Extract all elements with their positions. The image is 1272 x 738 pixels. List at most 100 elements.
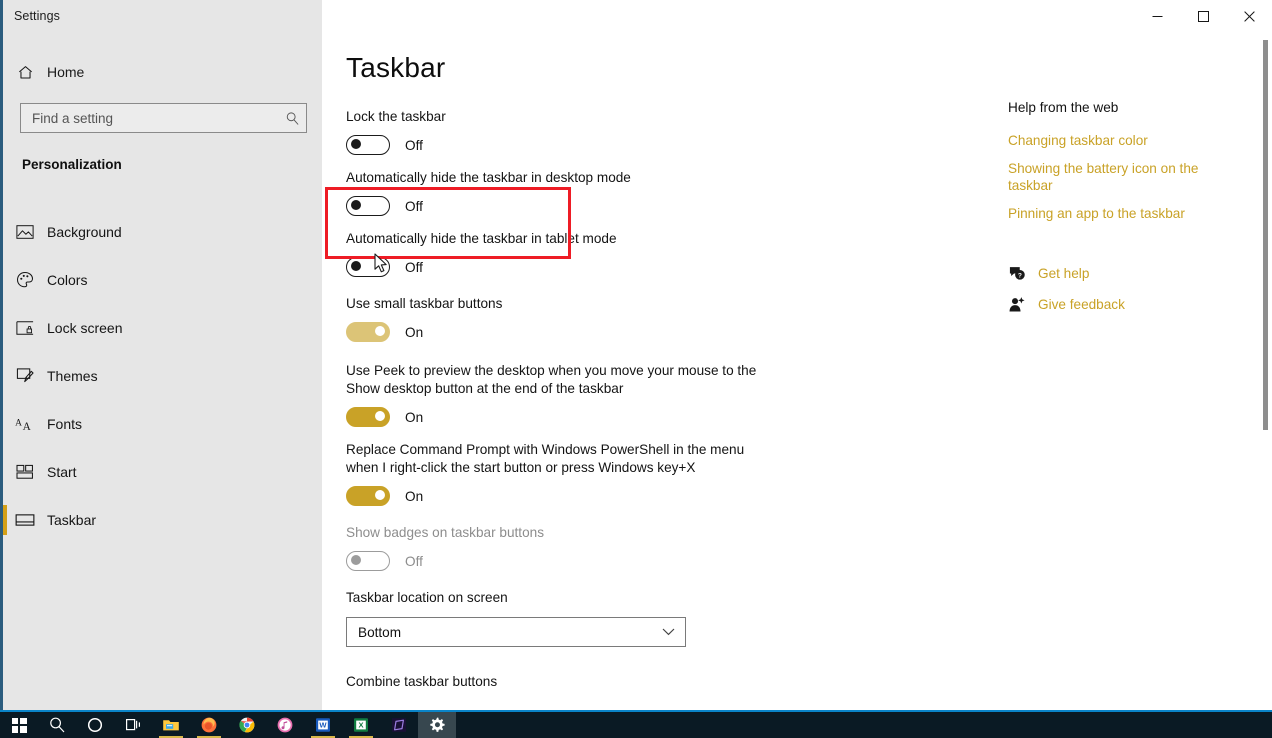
home-icon xyxy=(3,64,47,81)
settings-list: Lock the taskbar Off Automatically hide … xyxy=(346,108,816,705)
start-tiles-icon xyxy=(3,464,47,480)
minimize-button[interactable] xyxy=(1134,0,1180,32)
help-link-changing-taskbar-color[interactable]: Changing taskbar color xyxy=(1008,132,1233,150)
taskbar-task-view-button[interactable] xyxy=(114,712,152,738)
search-input[interactable] xyxy=(21,104,278,132)
close-button[interactable] xyxy=(1226,0,1272,32)
selection-accent xyxy=(3,361,7,391)
word-icon: W xyxy=(316,718,330,732)
minimize-icon xyxy=(1152,15,1162,17)
show-badges-toggle xyxy=(346,551,390,571)
setting-label: Automatically hide the taskbar in tablet… xyxy=(346,231,617,246)
taskbar-location-select[interactable]: Bottom xyxy=(346,617,686,647)
selection-accent xyxy=(3,457,7,487)
windows-logo-icon xyxy=(11,717,27,733)
taskbar-firefox[interactable] xyxy=(190,712,228,738)
give-feedback-action[interactable]: Give feedback xyxy=(1008,296,1233,313)
setting-label: Use Peek to preview the desktop when you… xyxy=(346,363,757,396)
taskbar-itunes[interactable] xyxy=(266,712,304,738)
toggle-row: On xyxy=(346,322,816,342)
sidebar-item-background[interactable]: Background xyxy=(3,208,325,256)
page-title: Taskbar xyxy=(346,52,446,83)
main-content: Taskbar Lock the taskbar Off Automatical… xyxy=(322,0,1272,710)
cortana-circle-icon xyxy=(87,717,103,733)
taskbar-chrome[interactable] xyxy=(228,712,266,738)
svg-text:A: A xyxy=(15,418,22,428)
lock-the-taskbar-toggle[interactable] xyxy=(346,135,390,155)
sidebar-item-label: Fonts xyxy=(47,416,83,432)
settings-window: Settings Home Find a setting Personaliza… xyxy=(0,0,1272,710)
sidebar-item-home[interactable]: Home xyxy=(3,56,325,88)
toggle-state-label: On xyxy=(405,488,424,504)
search-icon[interactable] xyxy=(278,111,306,126)
taskbar-snip-sketch[interactable] xyxy=(380,712,418,738)
sidebar-item-label: Colors xyxy=(47,272,88,288)
svg-text:?: ? xyxy=(1018,272,1022,279)
toggle-thumb xyxy=(375,326,385,337)
maximize-button[interactable] xyxy=(1180,0,1226,32)
toggle-thumb xyxy=(351,200,361,211)
brush-icon xyxy=(3,367,47,385)
taskbar-settings[interactable] xyxy=(418,712,456,738)
sidebar: Home Personalization xyxy=(0,0,322,710)
taskbar-excel[interactable]: X xyxy=(342,712,380,738)
get-help-action[interactable]: ? Get help xyxy=(1008,265,1233,282)
toggle-thumb xyxy=(351,139,361,150)
close-icon xyxy=(1243,10,1255,22)
sidebar-item-colors[interactable]: Colors xyxy=(3,256,325,304)
sidebar-item-fonts[interactable]: A A Fonts xyxy=(3,400,325,448)
setting-auto-hide-tablet: Automatically hide the taskbar in tablet… xyxy=(346,230,816,277)
sidebar-item-label: Taskbar xyxy=(47,512,97,528)
firefox-icon xyxy=(201,717,217,733)
taskbar-file-explorer[interactable] xyxy=(152,712,190,738)
selection-accent xyxy=(3,217,7,247)
feedback-person-icon xyxy=(1008,296,1038,313)
svg-text:W: W xyxy=(319,721,327,730)
setting-lock-the-taskbar: Lock the taskbar Off xyxy=(346,108,816,155)
fonts-icon: A A xyxy=(3,416,47,433)
setting-label: Replace Command Prompt with Windows Powe… xyxy=(346,442,745,475)
help-link-showing-battery-icon[interactable]: Showing the battery icon on the taskbar xyxy=(1008,160,1233,195)
selection-accent xyxy=(3,505,7,535)
toggle-row: Off xyxy=(346,551,816,571)
toggle-state-label: On xyxy=(405,409,424,425)
taskbar-start-button[interactable] xyxy=(0,712,38,738)
taskbar-cortana-button[interactable] xyxy=(76,712,114,738)
palette-icon xyxy=(3,271,47,289)
content-scrollbar-thumb[interactable] xyxy=(1263,40,1268,430)
sidebar-item-themes[interactable]: Themes xyxy=(3,352,325,400)
toggle-row: On xyxy=(346,486,816,506)
search-box[interactable] xyxy=(20,103,307,133)
setting-replace-command-prompt: Replace Command Prompt with Windows Powe… xyxy=(346,441,816,506)
taskbar-word[interactable]: W xyxy=(304,712,342,738)
replace-command-prompt-toggle[interactable] xyxy=(346,486,390,506)
setting-label: Use small taskbar buttons xyxy=(346,296,503,311)
toggle-row: On xyxy=(346,407,816,427)
help-actions: ? Get help Give feedback xyxy=(1008,265,1233,313)
svg-text:X: X xyxy=(358,721,363,730)
setting-combine-taskbar-buttons: Combine taskbar buttons xyxy=(346,673,816,691)
windows-taskbar: W X xyxy=(0,710,1272,738)
sidebar-nav-list: Background Colors Lock screen Themes A A… xyxy=(3,208,325,544)
selection-accent xyxy=(3,313,7,343)
excel-icon: X xyxy=(354,718,368,732)
help-pane: Help from the web Changing taskbar color… xyxy=(1008,100,1233,327)
auto-hide-desktop-toggle[interactable] xyxy=(346,196,390,216)
use-peek-toggle[interactable] xyxy=(346,407,390,427)
auto-hide-tablet-toggle[interactable] xyxy=(346,257,390,277)
setting-use-peek: Use Peek to preview the desktop when you… xyxy=(346,362,816,427)
sidebar-item-label: Background xyxy=(47,224,122,240)
taskbar-icon xyxy=(3,513,47,527)
sidebar-item-lock-screen[interactable]: Lock screen xyxy=(3,304,325,352)
sidebar-item-taskbar[interactable]: Taskbar xyxy=(3,496,325,544)
help-link-pinning-an-app[interactable]: Pinning an app to the taskbar xyxy=(1008,205,1233,223)
use-small-taskbar-buttons-toggle[interactable] xyxy=(346,322,390,342)
snip-sketch-icon xyxy=(392,718,406,732)
sidebar-item-start[interactable]: Start xyxy=(3,448,325,496)
sidebar-item-label: Lock screen xyxy=(47,320,123,336)
toggle-state-label: On xyxy=(405,324,424,340)
toggle-thumb xyxy=(375,490,385,501)
toggle-state-label: Off xyxy=(405,553,423,569)
image-icon xyxy=(3,224,47,240)
taskbar-search-button[interactable] xyxy=(38,712,76,738)
